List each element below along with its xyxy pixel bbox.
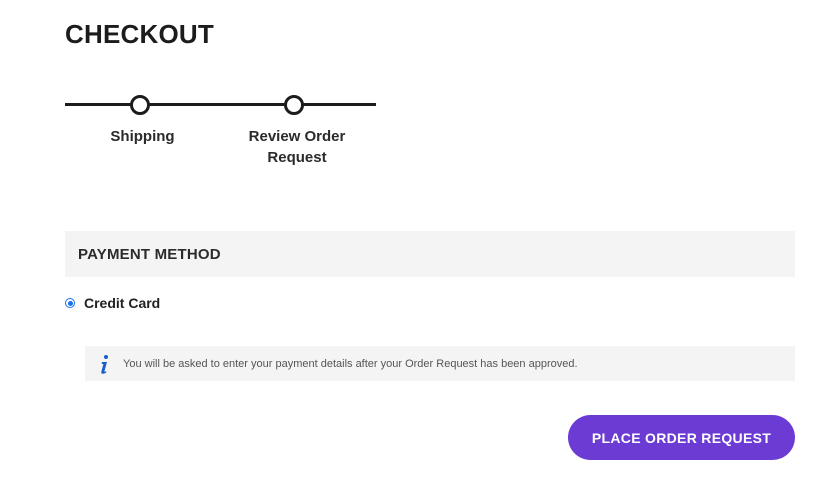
checkout-progress-steps: Shipping Review Order Request bbox=[65, 94, 376, 174]
info-icon bbox=[97, 353, 111, 375]
info-text: You will be asked to enter your payment … bbox=[123, 357, 578, 370]
credit-card-radio[interactable] bbox=[65, 298, 75, 308]
credit-card-option[interactable]: Credit Card bbox=[65, 293, 160, 313]
payment-method-header: PAYMENT METHOD bbox=[65, 231, 795, 277]
payment-method-title: PAYMENT METHOD bbox=[78, 245, 221, 263]
step-shipping-marker bbox=[130, 95, 150, 115]
step-review-label: Review Order Request bbox=[248, 128, 346, 166]
payment-info-notice: You will be asked to enter your payment … bbox=[85, 346, 795, 381]
step-review-marker bbox=[284, 95, 304, 115]
step-shipping-label: Shipping bbox=[110, 128, 175, 145]
credit-card-label[interactable]: Credit Card bbox=[84, 295, 160, 311]
place-order-request-button[interactable]: PLACE ORDER REQUEST bbox=[568, 415, 795, 460]
progress-line bbox=[65, 103, 376, 106]
page-title: CHECKOUT bbox=[65, 19, 214, 49]
